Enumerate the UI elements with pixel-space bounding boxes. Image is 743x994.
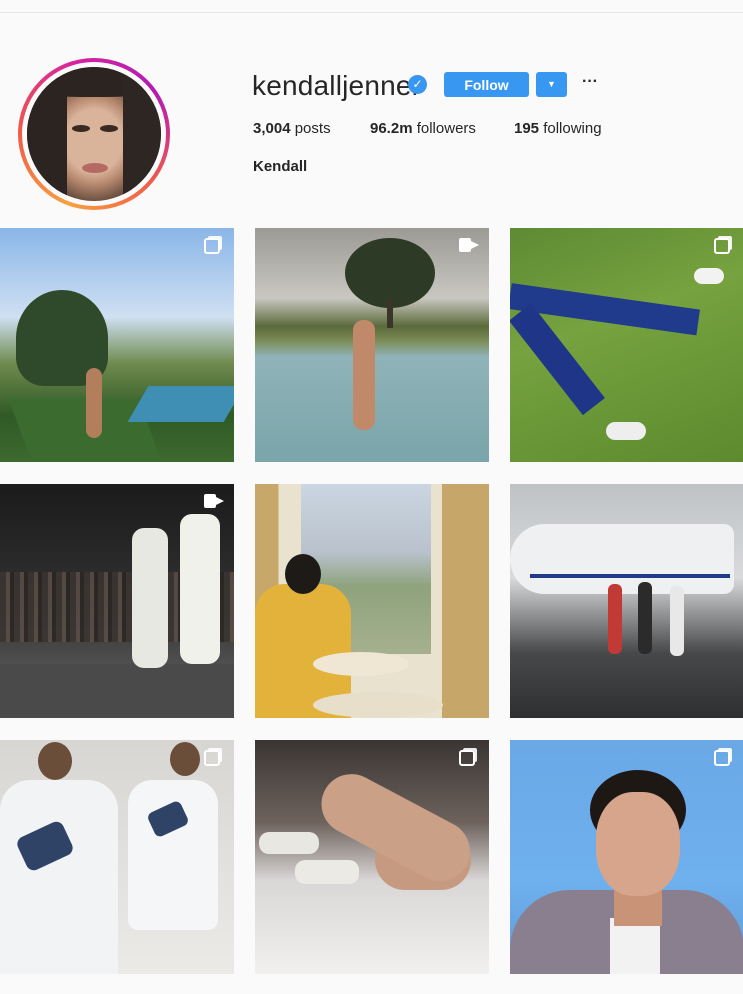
following-count-value: 195: [514, 120, 540, 137]
posts-count-label: posts: [294, 120, 331, 137]
post-thumbnail[interactable]: [255, 228, 489, 462]
post-thumbnail[interactable]: [0, 228, 234, 462]
posts-count-value: 3,004: [253, 120, 291, 137]
profile-username: kendalljenner: [252, 70, 422, 101]
suggested-accounts-dropdown-button[interactable]: ▼: [536, 72, 567, 97]
post-thumbnail[interactable]: [255, 740, 489, 974]
profile-header: kendalljenner ✓ Follow ▼ ··· 3,004 posts…: [0, 0, 743, 228]
multiple-photos-icon: [204, 750, 220, 766]
profile-full-name: Kendall: [253, 158, 308, 175]
following-count-label: following: [543, 120, 602, 137]
post-thumbnail[interactable]: [510, 228, 743, 462]
multiple-photos-icon: [459, 750, 475, 766]
post-thumbnail[interactable]: [510, 484, 743, 718]
verified-badge-icon: ✓: [408, 75, 427, 94]
followers-count-value: 96.2m: [370, 120, 413, 137]
multiple-photos-icon: [204, 238, 220, 254]
follow-button[interactable]: Follow: [444, 72, 529, 97]
more-options-icon[interactable]: ···: [580, 74, 600, 94]
multiple-photos-icon: [714, 238, 730, 254]
following-link[interactable]: 195 following: [514, 120, 602, 137]
video-icon: [459, 238, 479, 252]
posts-count: 3,004 posts: [253, 120, 331, 137]
post-thumbnail[interactable]: [510, 740, 743, 974]
post-thumbnail[interactable]: [0, 484, 234, 718]
video-icon: [204, 494, 224, 508]
post-thumbnail[interactable]: [255, 484, 489, 718]
post-thumbnail[interactable]: [0, 740, 234, 974]
multiple-photos-icon: [714, 750, 730, 766]
profile-avatar[interactable]: [18, 58, 170, 210]
avatar-image: [27, 67, 161, 201]
followers-link[interactable]: 96.2m followers: [370, 120, 476, 137]
followers-count-label: followers: [416, 120, 476, 137]
